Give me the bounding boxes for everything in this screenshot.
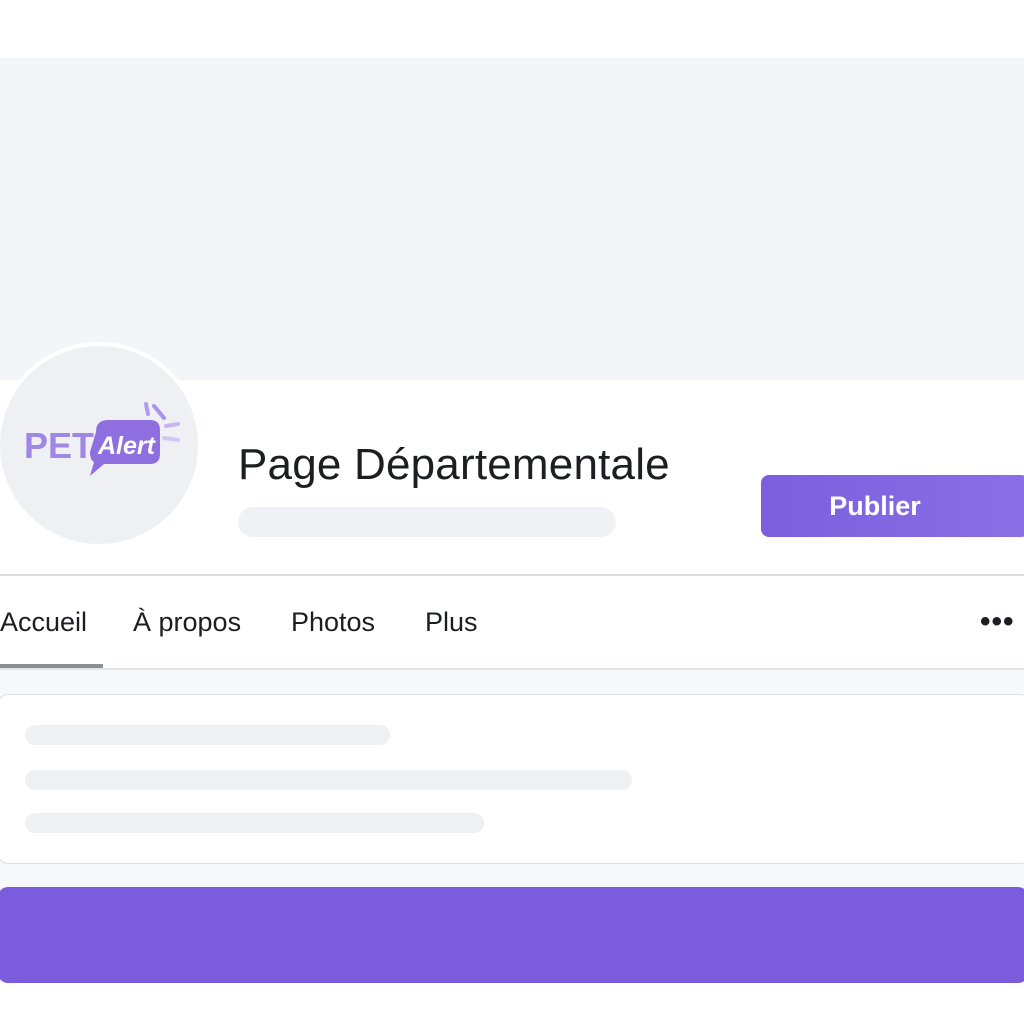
- more-horizontal-icon[interactable]: •••: [980, 576, 1015, 668]
- page-title: Page Départementale: [238, 440, 670, 489]
- skeleton-line: [25, 770, 632, 790]
- page-tabs: Accueil À propos Photos Plus •••: [0, 576, 1024, 668]
- pet-alert-logo-graphic: PET Alert: [24, 402, 180, 476]
- skeleton-line: [25, 725, 390, 745]
- primary-action-bar[interactable]: [0, 887, 1024, 983]
- burst-line: [152, 404, 166, 420]
- profile-avatar[interactable]: PET Alert: [0, 342, 202, 548]
- bottom-spacer: [0, 983, 1024, 1024]
- tab-plus[interactable]: Plus: [425, 576, 478, 668]
- skeleton-line: [25, 813, 484, 833]
- publish-button[interactable]: Publier: [761, 475, 1024, 537]
- tab-photos[interactable]: Photos: [291, 576, 375, 668]
- burst-line: [144, 402, 150, 416]
- logo-alert-text: Alert: [97, 432, 157, 460]
- post-card: [0, 694, 1024, 864]
- tab-accueil[interactable]: Accueil: [0, 576, 87, 668]
- pet-alert-logo: PET Alert: [0, 346, 198, 544]
- cover-photo: [0, 58, 1024, 380]
- burst-line: [164, 422, 180, 428]
- subtitle-placeholder: [238, 507, 616, 537]
- burst-line: [162, 436, 180, 442]
- logo-pet-text: PET: [24, 425, 94, 466]
- tab-a-propos[interactable]: À propos: [133, 576, 241, 668]
